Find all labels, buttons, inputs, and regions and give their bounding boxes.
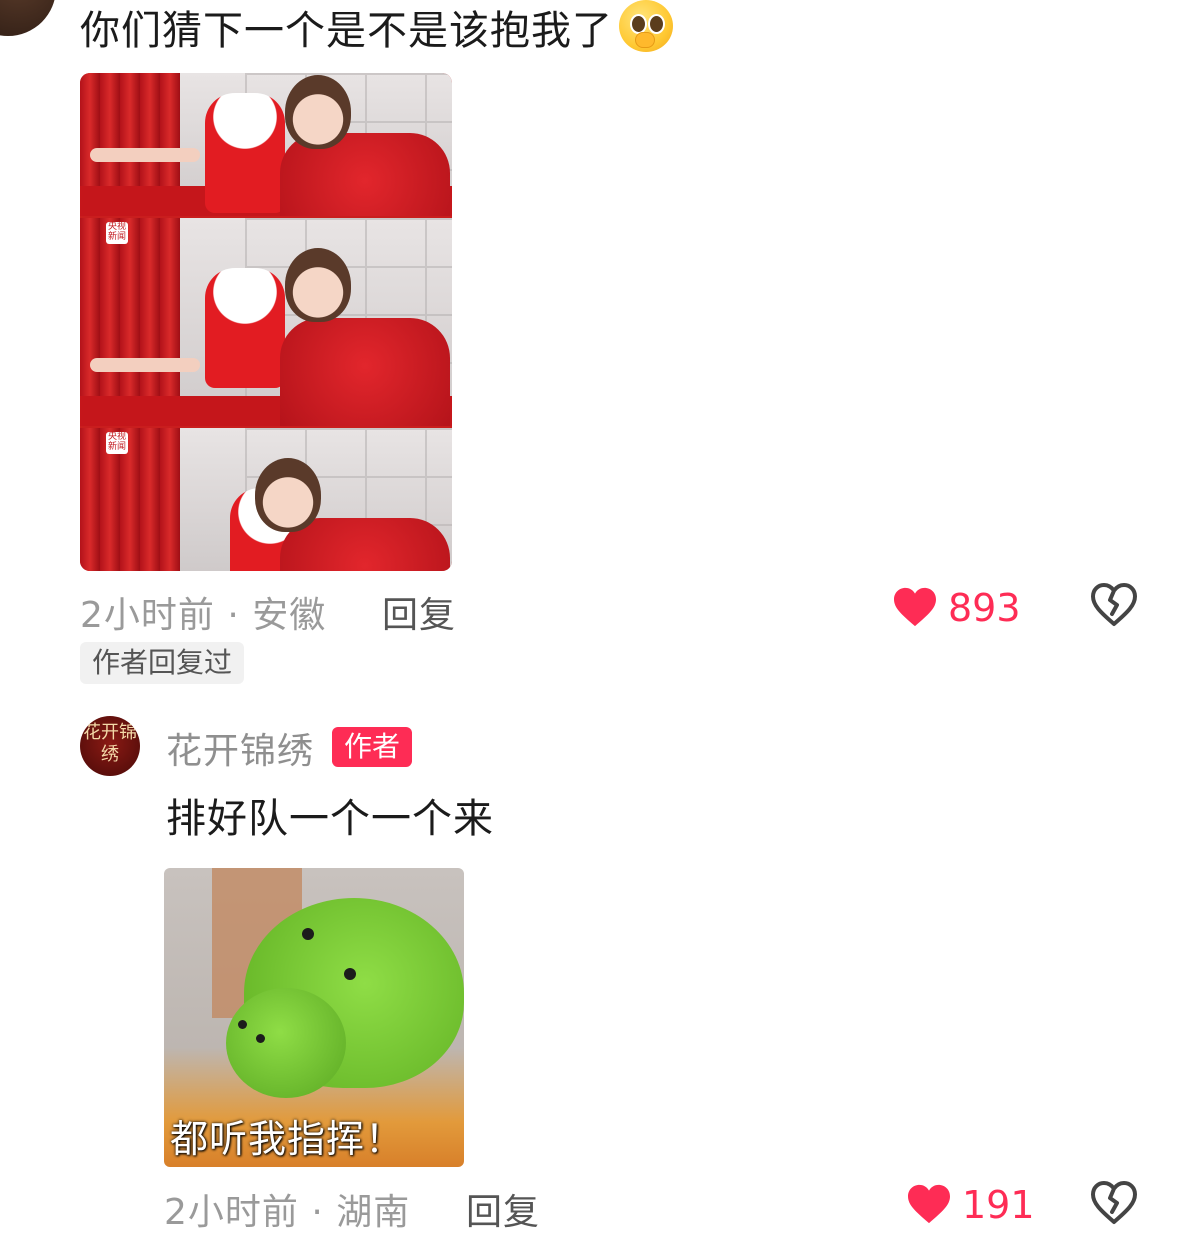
heart-icon[interactable] bbox=[906, 1183, 952, 1225]
image-panel: 央视新闻 bbox=[80, 218, 452, 426]
reply-reply-button[interactable]: 回复 bbox=[466, 1183, 540, 1235]
heart-icon[interactable] bbox=[892, 586, 938, 628]
watermark-logo: 央视新闻 bbox=[106, 222, 128, 244]
comment-image[interactable]: 央视新闻 央视新闻 bbox=[80, 73, 452, 571]
reply-like-count: 191 bbox=[962, 1183, 1035, 1227]
author-replied-badge: 作者回复过 bbox=[80, 642, 245, 684]
image-panel: 央视新闻 bbox=[80, 428, 452, 571]
reply-time-location: 2小时前 · 湖南 bbox=[164, 1192, 411, 1233]
pleading-face-icon bbox=[617, 0, 673, 52]
reply-author-name[interactable]: 花开锦绣 bbox=[166, 722, 314, 774]
author-avatar-text: 花开锦绣 bbox=[83, 722, 137, 765]
broken-heart-icon[interactable] bbox=[1090, 582, 1138, 628]
comment-like-count: 893 bbox=[948, 586, 1021, 630]
author-avatar[interactable]: 花开锦绣 bbox=[80, 716, 140, 776]
author-badge: 作者 bbox=[332, 727, 413, 767]
commenter-avatar[interactable] bbox=[0, 0, 56, 36]
comment-text: 你们猜下一个是不是该抱我了 bbox=[80, 0, 673, 56]
comment-reply-button[interactable]: 回复 bbox=[382, 586, 456, 638]
comment-text-content: 你们猜下一个是不是该抱我了 bbox=[80, 8, 613, 54]
watermark-logo: 央视新闻 bbox=[106, 432, 128, 454]
sticker-caption: 都听我指挥！ bbox=[170, 1117, 405, 1161]
reply-sticker-image[interactable]: 都听我指挥！ bbox=[164, 868, 464, 1167]
image-panel bbox=[80, 73, 452, 216]
reply-text: 排好队一个一个来 bbox=[166, 796, 494, 842]
comment-time-location: 2小时前 · 安徽 bbox=[80, 595, 327, 636]
broken-heart-icon[interactable] bbox=[1090, 1180, 1138, 1226]
